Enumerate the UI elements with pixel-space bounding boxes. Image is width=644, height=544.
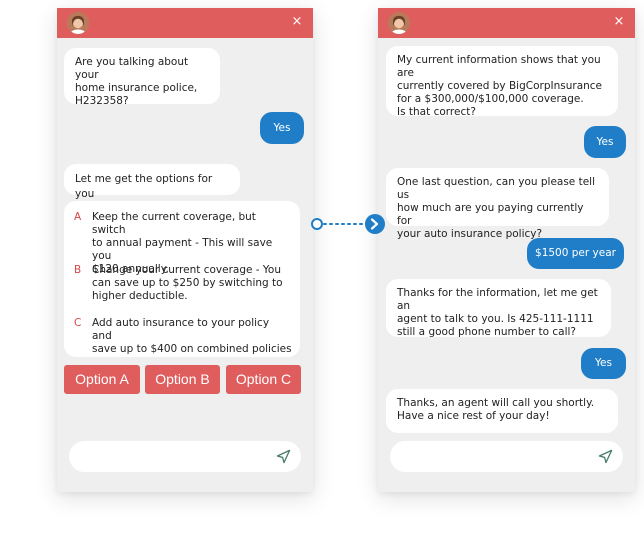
option-text: Add auto insurance to your policy and sa… bbox=[92, 317, 292, 355]
connector-arrow-circle bbox=[365, 214, 385, 234]
message-input[interactable] bbox=[69, 441, 301, 472]
chat-header: × bbox=[378, 8, 635, 38]
bot-message: One last question, can you please tell u… bbox=[386, 168, 609, 240]
bot-message: Thanks for the information, let me get a… bbox=[386, 279, 611, 338]
close-icon[interactable]: × bbox=[611, 14, 627, 30]
user-message: $1500 per year bbox=[527, 238, 624, 269]
bot-message: Are you talking about your home insuranc… bbox=[64, 48, 220, 107]
avatar-portrait-icon bbox=[388, 12, 410, 34]
message-input[interactable] bbox=[390, 441, 623, 472]
flow-connector bbox=[311, 214, 385, 234]
bot-message: Thanks, an agent will call you shortly. … bbox=[386, 389, 618, 433]
option-letter: C bbox=[74, 317, 82, 329]
send-icon[interactable] bbox=[598, 449, 613, 464]
option-text: Change your current coverage - You can s… bbox=[92, 264, 283, 302]
option-b-button[interactable]: Option B bbox=[145, 365, 220, 394]
bot-message: My current information shows that you ar… bbox=[386, 46, 618, 118]
avatar-portrait-icon bbox=[67, 12, 89, 34]
chat-panel-left: × Are you talking about your home insura… bbox=[57, 8, 313, 492]
option-letter: B bbox=[74, 264, 82, 276]
send-icon[interactable] bbox=[276, 449, 291, 464]
chat-panel-right: × My current information shows that you … bbox=[378, 8, 635, 492]
option-c-button[interactable]: Option C bbox=[226, 365, 301, 394]
options-list: A Keep the current coverage, but switch … bbox=[64, 201, 300, 357]
user-message: Yes bbox=[260, 112, 304, 144]
option-letter: A bbox=[74, 211, 82, 223]
connector-start-dot bbox=[311, 218, 323, 230]
chat-header: × bbox=[57, 8, 313, 38]
bot-message: Let me get the options for you bbox=[64, 164, 240, 200]
close-icon[interactable]: × bbox=[289, 14, 305, 30]
option-a-button[interactable]: Option A bbox=[64, 365, 140, 394]
user-message: Yes bbox=[581, 348, 626, 379]
avatar bbox=[388, 12, 410, 34]
avatar bbox=[67, 12, 89, 34]
user-message: Yes bbox=[584, 126, 626, 158]
